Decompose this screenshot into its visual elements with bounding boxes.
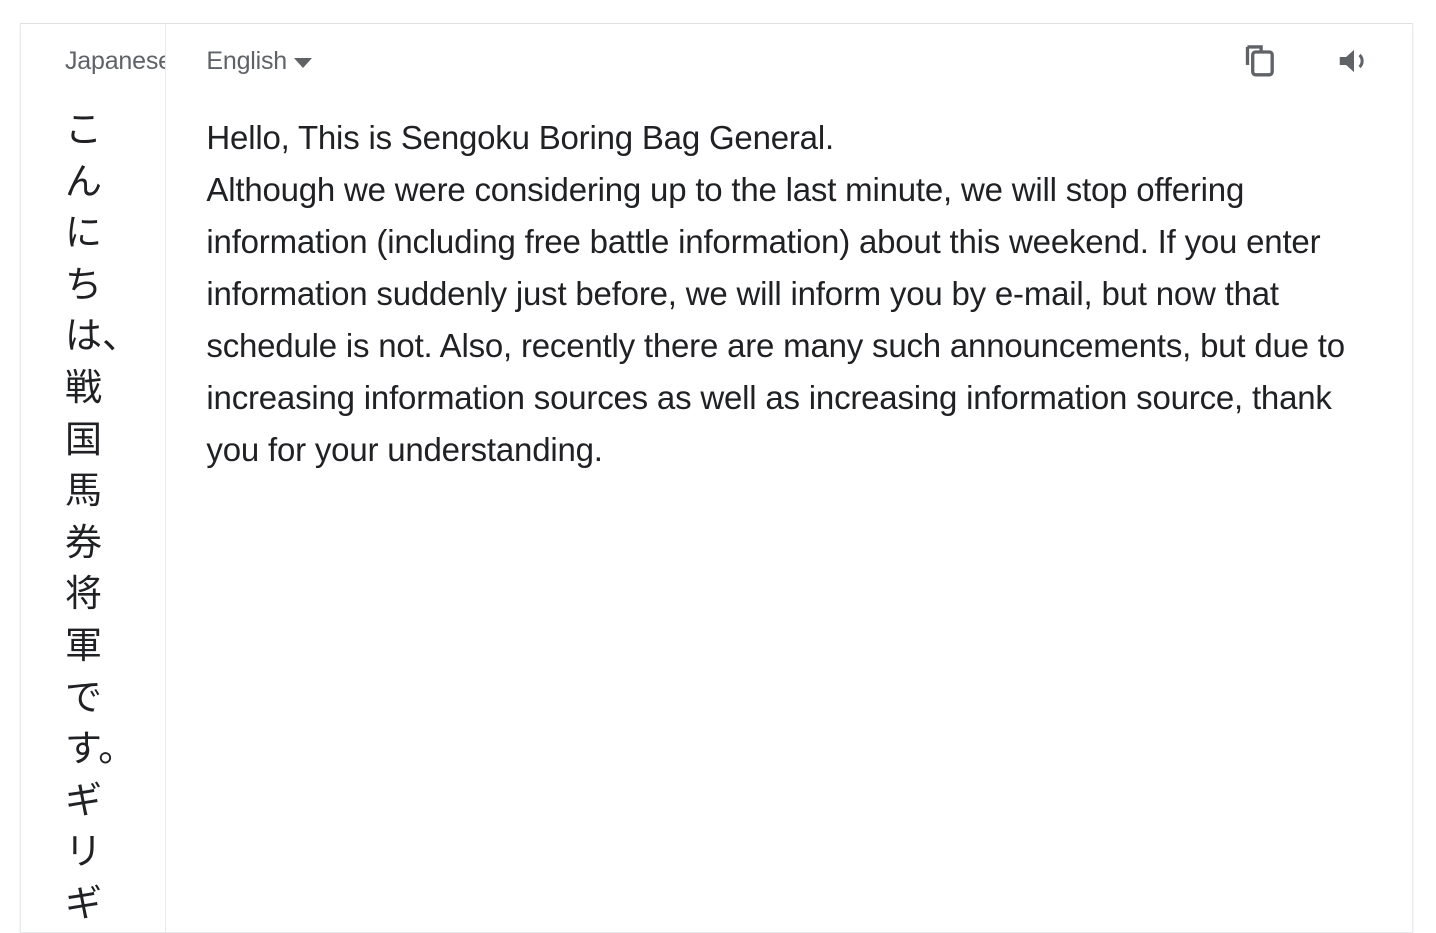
source-pane-body: こんにちは、戦国馬券将軍です。ギリギリまで検討させて頂いたものの、今週末に関しま… — [21, 98, 165, 932]
translated-text: Hello, This is Sengoku Boring Bag Genera… — [206, 119, 1345, 468]
chevron-down-icon — [294, 57, 313, 68]
target-language-label: English — [206, 46, 288, 75]
copy-icon[interactable] — [1232, 33, 1288, 89]
speaker-icon[interactable] — [1326, 33, 1382, 89]
translate-card: Japanese - detected — [20, 23, 1413, 933]
source-text[interactable]: こんにちは、戦国馬券将軍です。ギリギリまで検討させて頂いたものの、今週末に関しま… — [65, 98, 139, 932]
target-pane: English Hello, This is Sengoku Boring Ba… — [166, 24, 1412, 932]
source-pane: Japanese - detected — [21, 24, 167, 932]
source-language-selector[interactable]: Japanese - detected — [65, 46, 167, 75]
target-pane-body: Hello, This is Sengoku Boring Bag Genera… — [166, 98, 1412, 476]
target-language-selector[interactable]: English — [206, 46, 313, 75]
source-language-label: Japanese - detected — [65, 46, 167, 75]
target-pane-header: English — [166, 24, 1412, 98]
source-pane-header: Japanese - detected — [21, 24, 165, 98]
